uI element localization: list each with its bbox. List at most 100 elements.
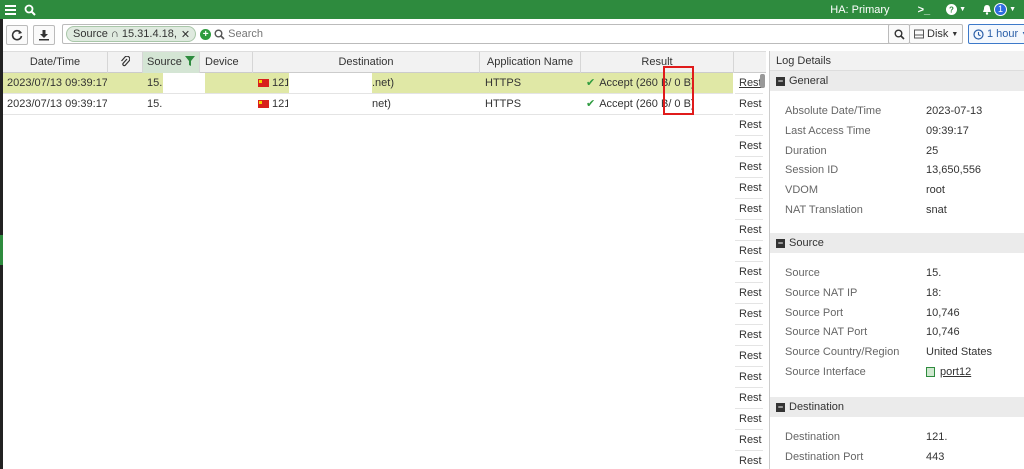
- row-result: ✔ Accept (260 B/ 0 B): [586, 94, 736, 114]
- collapse-icon: −: [776, 401, 785, 412]
- rest-column: Rest Rest Rest Rest Rest Rest Rest Rest Rest Rest…: [735, 73, 763, 469]
- interface-link[interactable]: port12: [940, 366, 971, 378]
- detail-label-last-access-time: Last Access Time: [785, 124, 871, 137]
- detail-label-nat-translation: NAT Translation: [785, 204, 863, 216]
- interface-icon: [926, 367, 935, 378]
- row-result: ✔ Accept (260 B/ 0 B): [586, 73, 736, 93]
- row-application: HTTPS: [485, 98, 522, 110]
- detail-value-destination-port: 443: [926, 450, 945, 463]
- detail-label-destination: Destination: [785, 431, 841, 443]
- table-header: Date/Time Source Device Destination Appl…: [3, 51, 766, 73]
- filter-chip[interactable]: Source ∩ 15.31.4.18, ✕: [66, 26, 197, 42]
- row-destination-ip: 121.: [258, 94, 288, 114]
- row-source: 15.: [147, 98, 163, 110]
- detail-value-source-port: 10,746: [926, 306, 960, 319]
- section-source-label: Source: [789, 237, 824, 249]
- rest-cell: Rest: [735, 241, 763, 262]
- rest-cell: Rest: [735, 304, 763, 325]
- rest-cell: Rest: [735, 157, 763, 178]
- log-toolbar: Source ∩ 15.31.4.18, ✕ + Disk ▼ 1 hour ▼: [6, 24, 1024, 46]
- rest-cell: Rest: [735, 220, 763, 241]
- close-icon[interactable]: ✕: [181, 28, 190, 41]
- row-result-text: Accept (260 B: [599, 77, 669, 89]
- column-header-device[interactable]: Device: [200, 52, 253, 73]
- disk-icon: [914, 29, 924, 39]
- table-scrollbar[interactable]: [760, 74, 765, 88]
- rest-cell: Rest: [735, 367, 763, 388]
- section-general-header[interactable]: − General: [770, 71, 1024, 91]
- table-row[interactable]: 2023/07/13 09:39:17 15. 121. .net) HTTPS…: [3, 73, 733, 94]
- search-icon[interactable]: [20, 0, 40, 19]
- table-row[interactable]: 2023/07/13 09:39:17 15. 121. net) HTTPS …: [3, 94, 733, 115]
- search-input[interactable]: [228, 28, 829, 40]
- detail-value-last-access-time: 09:39:17: [926, 124, 969, 137]
- log-details-panel: Log Details − General Absolute Date/Time…: [769, 51, 1024, 469]
- log-location-dropdown[interactable]: Disk ▼: [909, 24, 963, 44]
- detail-label-source-nat-port: Source NAT Port: [785, 326, 868, 339]
- terminal-icon[interactable]: >_: [918, 4, 931, 16]
- time-range-label: 1 hour: [987, 28, 1019, 40]
- detail-value-destination: 121.: [926, 431, 948, 443]
- rest-cell: Rest: [735, 178, 763, 199]
- collapse-icon: −: [776, 75, 785, 86]
- detail-value-nat-translation: snat: [926, 204, 947, 216]
- detail-value-source-nat-port: 10,746: [926, 326, 960, 339]
- filter-search-box[interactable]: Source ∩ 15.31.4.18, ✕ +: [62, 24, 908, 44]
- rest-cell: Rest: [735, 325, 763, 346]
- section-destination-label: Destination: [789, 401, 845, 413]
- add-filter-icon[interactable]: +: [200, 28, 212, 40]
- china-flag-icon: [258, 100, 269, 109]
- highlight-annotation-box: [663, 66, 694, 115]
- detail-label-vdom: VDOM: [785, 184, 818, 197]
- column-header-attachment[interactable]: [108, 52, 143, 73]
- rest-cell: Rest: [735, 451, 763, 469]
- detail-value-source-nat-ip: 18:: [926, 286, 942, 299]
- row-destination-ip: 121.: [258, 73, 288, 93]
- svg-text:?: ?: [949, 6, 954, 15]
- rest-cell: Rest: [735, 262, 763, 283]
- detail-label-source: Source: [785, 267, 820, 279]
- detail-value-absolute-datetime: 2023-07-13: [926, 105, 983, 117]
- column-header-application[interactable]: Application Name: [480, 52, 581, 73]
- row-destination-host: net): [372, 98, 391, 110]
- detail-label-session-id: Session ID: [785, 164, 839, 177]
- download-icon: [39, 30, 49, 41]
- download-button[interactable]: [33, 25, 55, 45]
- column-header-source-label: Source: [147, 56, 182, 68]
- rest-cell: Rest: [735, 73, 763, 94]
- detail-value-source-country: United States: [926, 346, 993, 359]
- detail-value-session-id: 13,650,556: [926, 164, 982, 177]
- search-button[interactable]: [888, 24, 910, 44]
- rest-cell: Rest: [735, 409, 763, 430]
- column-header-source[interactable]: Source: [143, 52, 200, 73]
- rest-cell: Rest: [735, 94, 763, 115]
- time-range-dropdown[interactable]: 1 hour ▼: [968, 24, 1024, 44]
- log-details-title: Log Details: [770, 51, 1024, 71]
- section-source-header[interactable]: − Source: [770, 233, 1024, 253]
- section-general-label: General: [789, 75, 829, 87]
- menu-icon[interactable]: [0, 0, 20, 19]
- clock-icon: [973, 28, 984, 40]
- row-datetime: 2023/07/13 09:39:17: [7, 77, 107, 89]
- rest-cell: Rest: [735, 283, 763, 304]
- notification-badge: 1: [994, 3, 1008, 16]
- rest-cell: Rest: [735, 199, 763, 220]
- section-destination-header[interactable]: − Destination: [770, 397, 1024, 417]
- rest-cell: Rest: [735, 136, 763, 157]
- column-header-destination[interactable]: Destination: [253, 52, 480, 73]
- detail-value-source-interface[interactable]: port12: [926, 362, 971, 382]
- filter-chip-label: Source ∩ 15.31.4.18,: [73, 28, 177, 40]
- row-destination-host: .net): [372, 77, 395, 89]
- log-table: Date/Time Source Device Destination Appl…: [3, 51, 766, 469]
- column-header-datetime[interactable]: Date/Time: [3, 52, 108, 73]
- help-icon[interactable]: ? ▼: [946, 4, 966, 15]
- column-header-result[interactable]: Result: [581, 52, 734, 73]
- rest-cell: Rest: [735, 346, 763, 367]
- rest-cell: Rest: [735, 430, 763, 451]
- detail-label-absolute-datetime: Absolute Date/Time: [785, 105, 882, 117]
- detail-label-source-port: Source Port: [785, 306, 844, 319]
- detail-value-vdom: root: [926, 184, 945, 197]
- rest-cell: Rest: [735, 388, 763, 409]
- bell-icon[interactable]: 1 ▼: [982, 3, 1016, 16]
- refresh-button[interactable]: [6, 25, 28, 45]
